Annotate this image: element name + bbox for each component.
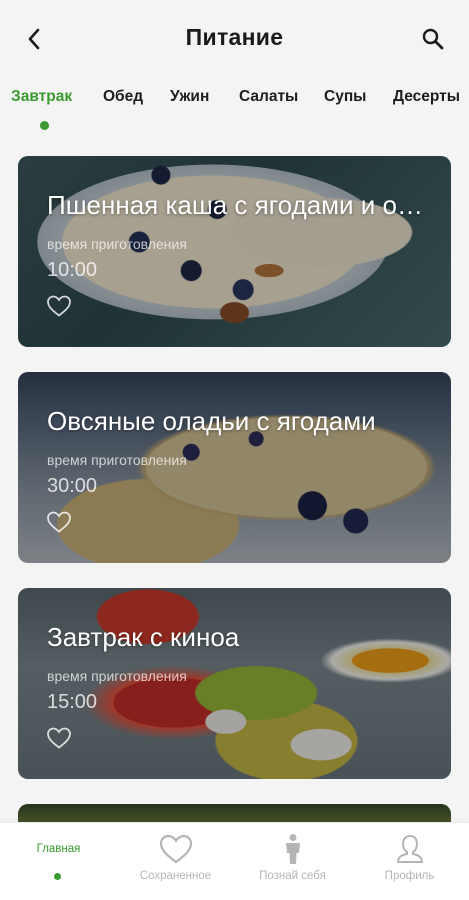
recipe-card[interactable]: Пшенная каша с ягодами и орехами время п… (18, 156, 451, 347)
category-tabs: Завтрак Обед Ужин Салаты Супы Десерты (0, 88, 469, 132)
search-button[interactable] (419, 24, 447, 54)
heart-icon[interactable] (46, 294, 72, 318)
nav-home-label: Главная (36, 843, 81, 855)
cook-time-label: время приготовления (47, 668, 187, 684)
cook-time-value: 15:00 (47, 691, 98, 713)
cook-time-value: 30:00 (47, 475, 98, 497)
recipe-title: Овсяные оладьи с ягодами (47, 406, 376, 436)
tab-salads[interactable]: Салаты (239, 88, 298, 106)
nav-profile-label: Профиль (384, 870, 435, 882)
nav-know-yourself-label: Познай себя (259, 870, 326, 882)
recipe-title: Пшенная каша с ягодами и орехами (47, 190, 427, 220)
search-icon (422, 28, 444, 50)
nav-saved[interactable]: Сохраненное (117, 823, 234, 900)
nav-home[interactable]: Главная (0, 823, 117, 900)
active-tab-indicator (40, 121, 49, 130)
app-header: Питание (0, 0, 469, 78)
nav-profile[interactable]: Профиль (351, 823, 468, 900)
tab-desserts[interactable]: Десерты (393, 88, 460, 106)
heart-icon (159, 834, 192, 864)
cook-time-label: время приготовления (47, 452, 187, 468)
recipe-title: Завтрак с киноа (47, 622, 240, 652)
cook-time-value: 10:00 (47, 259, 98, 281)
tab-dinner[interactable]: Ужин (170, 88, 209, 106)
page-title: Питание (185, 24, 284, 50)
tab-breakfast[interactable]: Завтрак (11, 88, 72, 106)
heart-icon[interactable] (46, 726, 72, 750)
tab-lunch[interactable]: Обед (103, 88, 143, 106)
nav-know-yourself[interactable]: Познай себя (234, 823, 351, 900)
recipe-card[interactable]: Овсяные оладьи с ягодами время приготовл… (18, 372, 451, 563)
person-icon (285, 834, 300, 864)
recipe-card[interactable]: Завтрак с киноа время приготовления 15:0… (18, 588, 451, 779)
profile-icon (396, 834, 423, 863)
tab-soups[interactable]: Супы (324, 88, 366, 106)
cook-time-label: время приготовления (47, 236, 187, 252)
nav-saved-label: Сохраненное (139, 870, 212, 882)
bottom-navigation: Главная Сохраненное Познай себя Профиль (0, 822, 469, 900)
active-nav-indicator (54, 873, 61, 880)
heart-icon[interactable] (46, 510, 72, 534)
